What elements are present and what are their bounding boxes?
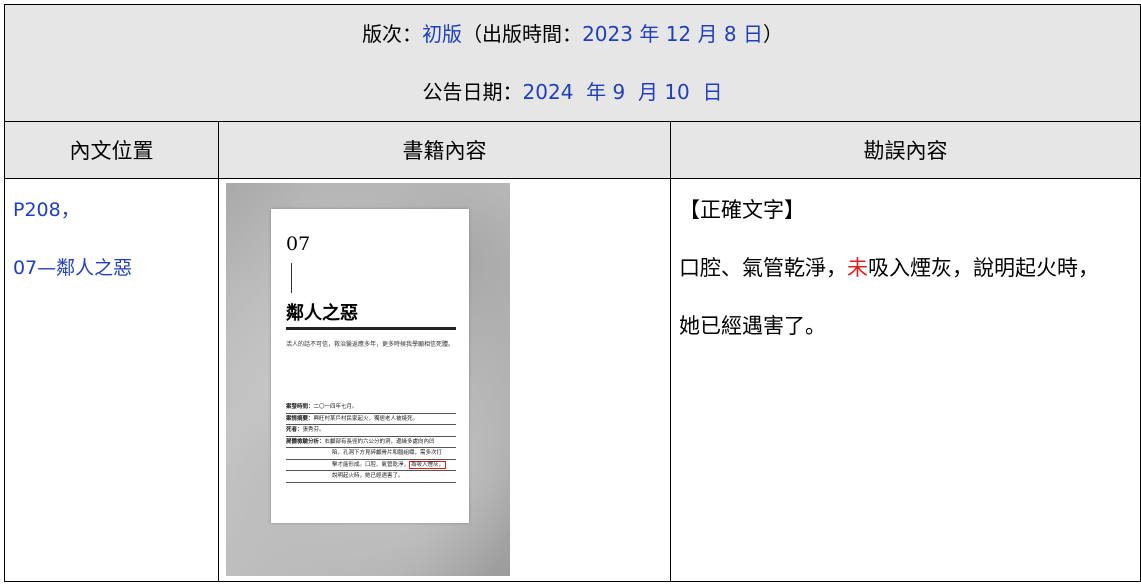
header-row: 版次：初版（出版時間：2023 年 12 月 8 日） 公告日期：2024 年 … [3,4,1141,122]
page-ref: P208， [13,199,80,221]
info-row: 陷，孔洞下方見碎顱骨片和腦組織，需多次打 [286,448,456,460]
correction-line-1: 口腔、氣管乾淨，未吸入煙灰，說明起火時， [679,256,1099,280]
edition-header: 版次：初版（出版時間：2023 年 12 月 8 日） 公告日期：2024 年 … [3,4,1141,122]
announce-line: 公告日期：2024 年 9 月 10 日 [422,80,723,104]
error-highlight: 為吸入煙灰， [409,460,447,469]
col-location: 內文位置 [4,121,219,179]
info-row: 擊才能形成。口腔、氣管乾淨， 為吸入煙灰， [286,460,456,471]
case-info: 案發時間：二〇一四年七月。 案情摘要：興旺村某戶村民家起火，獨居老人被燒死。 死… [286,402,456,483]
edition-value: 初版 [422,22,463,46]
chapter-rule [286,327,456,330]
col-book-content: 書籍內容 [218,121,671,179]
info-row: 死者：張秀芬。 [286,425,456,437]
info-row: 說明起火時，她已經遇害了。 [286,471,456,483]
chapter-title: 鄰人之惡 [286,303,358,324]
info-row: 案發時間：二〇一四年七月。 [286,402,456,414]
book-page: 07 鄰人之惡 活人的話不可信，救治醫返應多年，更多時候我學願相信死體。 案發時… [271,209,469,523]
edition-line: 版次：初版（出版時間：2023 年 12 月 8 日） [362,22,783,46]
errata-row: P208， 07—鄰人之惡 07 鄰人之惡 活人的話不可信，救治醫返應多年，更多… [4,178,1141,582]
correction-line-2: 她已經遇害了。 [679,314,826,338]
ann-month: 9 [612,80,626,104]
pub-day: 8 [723,22,737,46]
pub-year: 2023 [582,22,633,46]
book-content-cell: 07 鄰人之惡 活人的話不可信，救治醫返應多年，更多時候我學願相信死體。 案發時… [218,178,671,582]
chapter-epigraph: 活人的話不可信，救治醫返應多年，更多時候我學願相信死體。 [286,341,455,348]
ann-day: 10 [664,80,690,104]
correction-cell: 【正確文字】 口腔、氣管乾淨，未吸入煙灰，說明起火時， 她已經遇害了。 [669,178,1141,582]
section-ref: 07—鄰人之惡 [13,257,133,279]
info-row: 案情摘要：興旺村某戶村民家起火，獨居老人被燒死。 [286,414,456,425]
location-cell: P208， 07—鄰人之惡 [4,178,219,582]
pub-month: 12 [665,22,692,46]
correction-title: 【正確文字】 [679,198,805,222]
column-header-row: 內文位置 書籍內容 勘誤內容 [4,121,1141,179]
info-row: 屍體檢驗分析：右顱部有長徑約六公分的洞，邊緣多處向內凹 [286,437,456,448]
chapter-divider [291,263,292,293]
book-page-image: 07 鄰人之惡 活人的話不可信，救治醫返應多年，更多時候我學願相信死體。 案發時… [226,183,510,576]
ann-year: 2024 [522,80,574,104]
chapter-number: 07 [286,233,311,255]
col-correction: 勘誤內容 [669,121,1141,179]
errata-table: 版次：初版（出版時間：2023 年 12 月 8 日） 公告日期：2024 年 … [3,4,1141,582]
corrected-char: 未 [847,256,868,280]
